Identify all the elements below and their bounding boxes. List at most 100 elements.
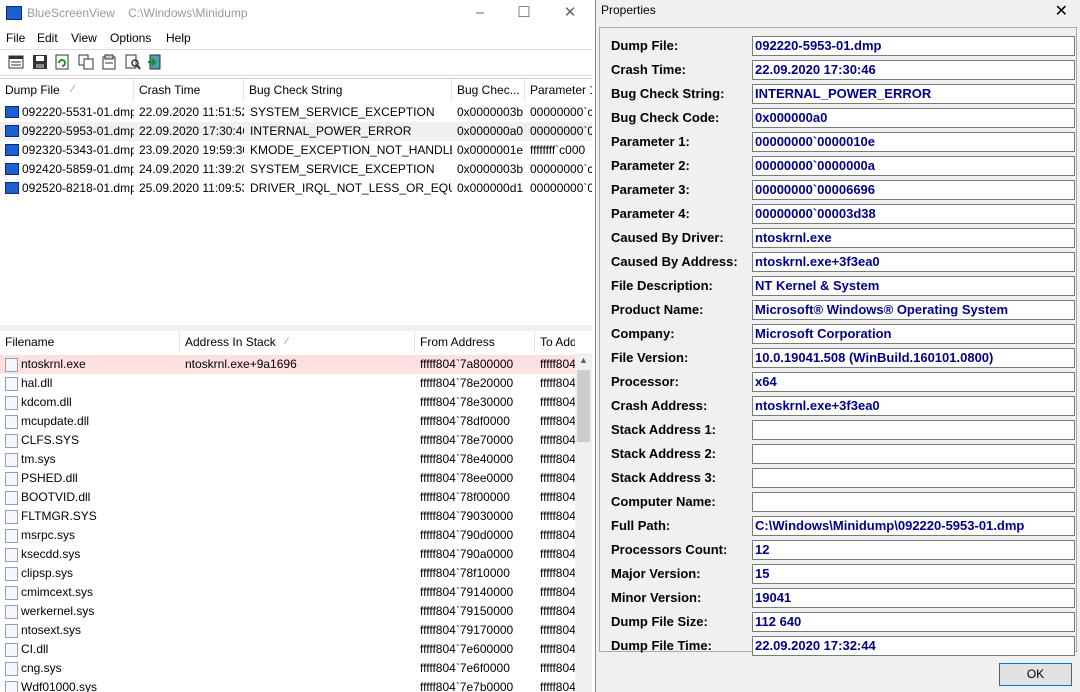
close-icon[interactable]: ✕ — [1055, 1, 1068, 21]
properties-icon[interactable] — [101, 54, 117, 70]
table-row[interactable]: PSHED.dll fffff804`78ee0000 fffff804 — [0, 469, 575, 488]
driver-list[interactable]: Filename Address In Stack ⁄ From Address … — [0, 331, 592, 692]
property-value-field[interactable]: 112 640 — [752, 612, 1075, 632]
property-value-field[interactable]: 0x000000a0 — [752, 108, 1075, 128]
property-value-field[interactable]: Microsoft Corporation — [752, 324, 1075, 344]
main-title-bar[interactable]: BlueScreenView C:\Windows\Minidump – ☐ ✕ — [0, 0, 592, 27]
menu-view[interactable]: View — [71, 31, 97, 45]
property-value-field[interactable]: 22.09.2020 17:32:44 — [752, 636, 1075, 656]
table-row[interactable]: BOOTVID.dll fffff804`78f00000 fffff804 — [0, 488, 575, 507]
property-value-field[interactable]: INTERNAL_POWER_ERROR — [752, 84, 1075, 104]
table-row[interactable]: clipsp.sys fffff804`78f10000 fffff804 — [0, 564, 575, 583]
table-row[interactable]: FLTMGR.SYS fffff804`79030000 fffff804 — [0, 507, 575, 526]
property-value-field[interactable] — [752, 492, 1075, 512]
scroll-up-icon[interactable]: ▲ — [576, 353, 591, 368]
table-row[interactable]: cmimcext.sys fffff804`79140000 fffff804 — [0, 583, 575, 602]
dump-file-icon — [5, 182, 19, 194]
table-cell: cng.sys — [21, 661, 62, 675]
property-value-field[interactable]: ntoskrnl.exe+3f3ea0 — [752, 252, 1075, 272]
menu-file[interactable]: File — [6, 31, 25, 45]
property-value-field[interactable]: C:\Windows\Minidump\092220-5953-01.dmp — [752, 516, 1075, 536]
property-value-field[interactable]: NT Kernel & System — [752, 276, 1075, 296]
menu-options[interactable]: Options — [110, 31, 151, 45]
dump-file-icon — [5, 125, 19, 137]
property-value-field[interactable]: 00000000`0000000a — [752, 156, 1075, 176]
table-row[interactable]: cng.sys fffff804`7e6f0000 fffff804 — [0, 659, 575, 678]
column-header-to-address[interactable]: To Add — [535, 331, 575, 353]
property-value-field[interactable]: x64 — [752, 372, 1075, 392]
table-cell: fffff804`78e30000 — [420, 395, 514, 409]
html-report-icon[interactable] — [8, 54, 24, 70]
minimize-icon[interactable]: – — [470, 4, 490, 22]
table-cell: fffff804 — [540, 566, 575, 580]
property-value-field[interactable]: 00000000`00003d38 — [752, 204, 1075, 224]
close-icon[interactable]: ✕ — [560, 4, 580, 22]
property-value-field[interactable] — [752, 420, 1075, 440]
sort-indicator-icon: ⁄ — [286, 336, 288, 347]
table-row[interactable]: 092220-5531-01.dmp 22.09.2020 11:51:52 SYS… — [0, 103, 592, 122]
property-value-field[interactable]: 10.0.19041.508 (WinBuild.160101.0800) — [752, 348, 1075, 368]
table-row[interactable]: ntoskrnl.exe ntoskrnl.exe+9a1696 fffff804`… — [0, 355, 575, 374]
table-row[interactable]: kdcom.dll fffff804`78e30000 fffff804 — [0, 393, 575, 412]
property-value-field[interactable]: 15 — [752, 564, 1075, 584]
driver-file-icon — [5, 605, 18, 619]
scrollbar-thumb[interactable] — [577, 370, 590, 442]
table-row[interactable]: werkernel.sys fffff804`79150000 fffff804 — [0, 602, 575, 621]
driver-file-icon — [5, 681, 18, 692]
table-cell: fffff804`78e40000 — [420, 452, 514, 466]
table-row[interactable]: ntosext.sys fffff804`79170000 fffff804 — [0, 621, 575, 640]
refresh-icon[interactable] — [54, 54, 70, 70]
table-row[interactable]: 092520-8218-01.dmp 25.09.2020 11:09:53 DRI… — [0, 179, 592, 198]
property-value-field[interactable] — [752, 444, 1075, 464]
table-cell: werkernel.sys — [21, 604, 95, 618]
table-cell: ntoskrnl.exe+9a1696 — [185, 357, 297, 371]
property-label: Computer Name: — [611, 494, 716, 509]
table-row[interactable]: hal.dll fffff804`78e20000 fffff804 — [0, 374, 575, 393]
table-cell: fffff804`78e20000 — [420, 376, 514, 390]
column-header-bug-check-string[interactable]: Bug Check String — [244, 79, 452, 101]
table-cell: CLFS.SYS — [21, 433, 80, 447]
dump-file-list[interactable]: Dump File ⁄ Crash Time Bug Check String B… — [0, 78, 592, 325]
table-cell: 25.09.2020 11:09:53 — [139, 181, 244, 195]
table-row[interactable]: 092220-5953-01.dmp 22.09.2020 17:30:46 INT… — [0, 122, 592, 141]
table-row[interactable]: mcupdate.dll fffff804`78df0000 fffff804 — [0, 412, 575, 431]
table-cell: 0x0000003b — [457, 162, 524, 176]
find-icon[interactable] — [125, 54, 141, 70]
sort-indicator-icon: ⁄ — [72, 84, 74, 95]
table-cell: fffff804 — [540, 623, 575, 637]
column-header-from-address[interactable]: From Address — [415, 331, 535, 353]
column-header-bug-check-code[interactable]: Bug Chec... — [452, 79, 525, 101]
column-header-filename[interactable]: Filename — [0, 331, 180, 353]
table-row[interactable]: CLFS.SYS fffff804`78e70000 fffff804 — [0, 431, 575, 450]
property-value-field[interactable]: ntoskrnl.exe — [752, 228, 1075, 248]
dump-file-icon — [5, 106, 19, 118]
copy-icon[interactable] — [78, 54, 94, 70]
property-value-field[interactable]: 092220-5953-01.dmp — [752, 36, 1075, 56]
save-icon[interactable] — [32, 54, 48, 70]
table-row[interactable]: ksecdd.sys fffff804`790a0000 fffff804 — [0, 545, 575, 564]
property-value-field[interactable] — [752, 468, 1075, 488]
column-header-parameter-1[interactable]: Parameter 1 — [525, 79, 592, 101]
property-value-field[interactable]: 22.09.2020 17:30:46 — [752, 60, 1075, 80]
table-row[interactable]: msrpc.sys fffff804`790d0000 fffff804 — [0, 526, 575, 545]
property-value-field[interactable]: 00000000`0000010e — [752, 132, 1075, 152]
property-value-field[interactable]: 00000000`00006696 — [752, 180, 1075, 200]
table-row[interactable]: tm.sys fffff804`78e40000 fffff804 — [0, 450, 575, 469]
table-row[interactable]: CI.dll fffff804`7e600000 fffff804 — [0, 640, 575, 659]
column-header-crash-time[interactable]: Crash Time — [134, 79, 244, 101]
property-value-field[interactable]: ntoskrnl.exe+3f3ea0 — [752, 396, 1075, 416]
column-header-address-in-stack[interactable]: Address In Stack ⁄ — [180, 331, 415, 353]
ok-button[interactable]: OK — [999, 663, 1072, 686]
exit-icon[interactable] — [147, 54, 163, 70]
property-value-field[interactable]: 12 — [752, 540, 1075, 560]
menu-help[interactable]: Help — [166, 31, 191, 45]
property-value-field[interactable]: 19041 — [752, 588, 1075, 608]
property-value-field[interactable]: Microsoft® Windows® Operating System — [752, 300, 1075, 320]
column-header-dump-file[interactable]: Dump File ⁄ — [0, 79, 134, 101]
maximize-icon[interactable]: ☐ — [514, 4, 534, 22]
table-row[interactable]: 092420-5859-01.dmp 24.09.2020 11:39:20 SYS… — [0, 160, 592, 179]
table-row[interactable]: 092320-5343-01.dmp 23.09.2020 19:59:30 KMO… — [0, 141, 592, 160]
table-row[interactable]: Wdf01000.sys fffff804`7e7b0000 fffff804 — [0, 678, 575, 692]
menu-edit[interactable]: Edit — [37, 31, 58, 45]
vertical-scrollbar[interactable]: ▲ — [575, 353, 592, 692]
